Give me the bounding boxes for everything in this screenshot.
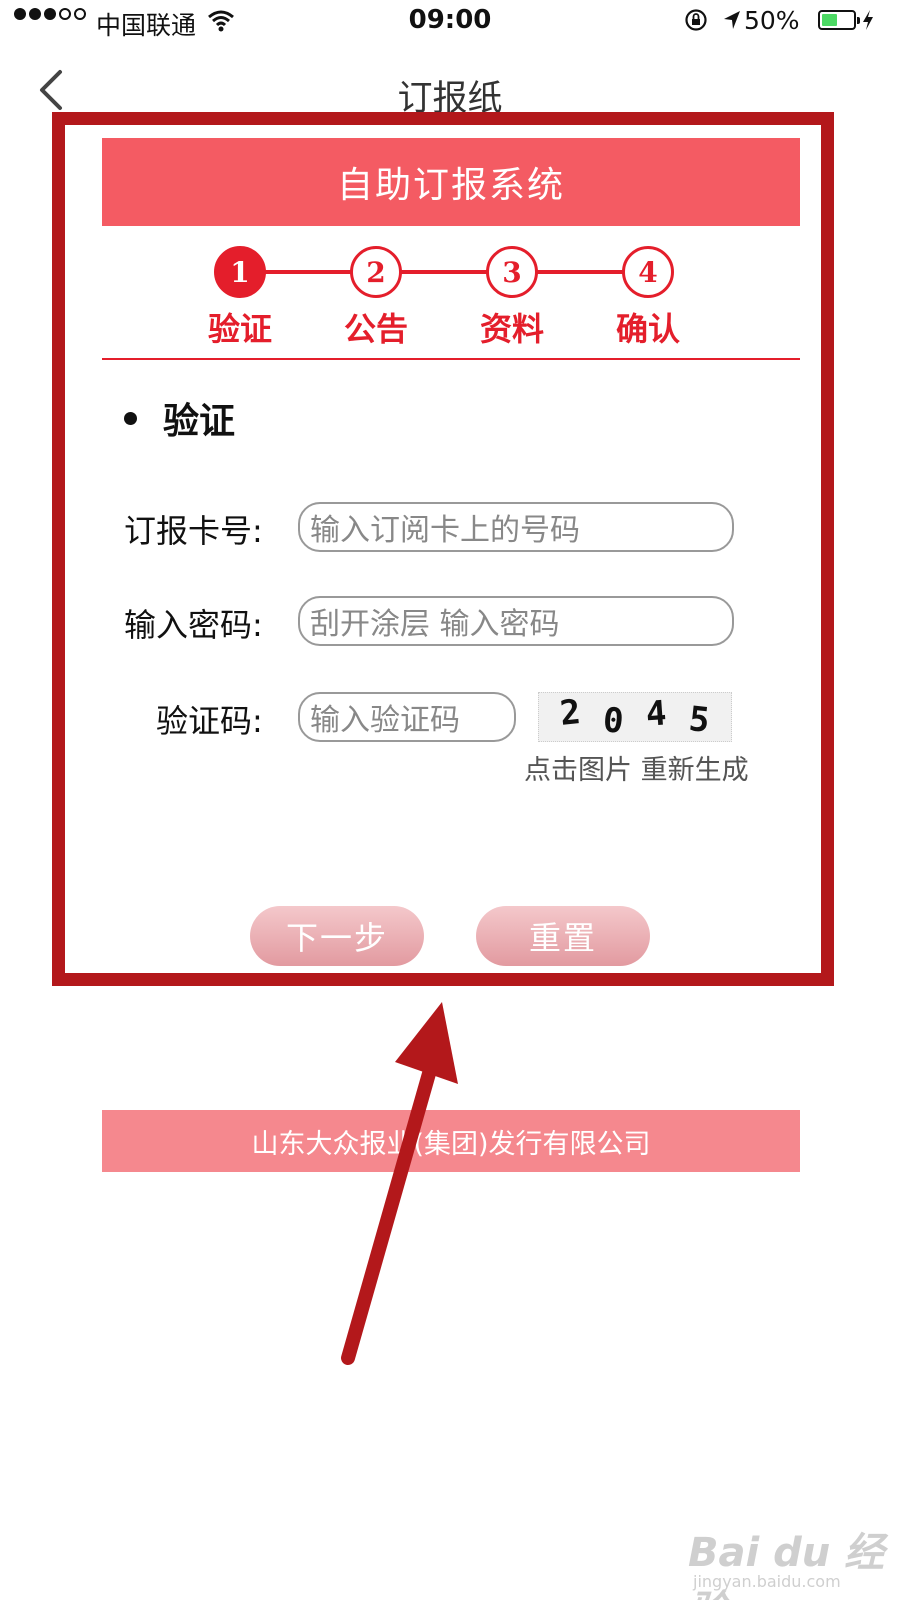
screen: 中国联通 09:00 50% 订报纸 自助订报系统 1 2 3 4 验证 公告 …	[0, 0, 900, 1600]
status-bar: 中国联通 09:00 50%	[0, 0, 900, 44]
charging-bolt-icon	[862, 8, 874, 37]
battery-icon	[818, 10, 860, 30]
footer-company: 山东大众报业(集团)发行有限公司	[102, 1110, 800, 1172]
watermark-url: jingyan.baidu.com	[693, 1572, 841, 1591]
location-arrow-icon	[722, 8, 742, 37]
battery-percent: 50%	[744, 6, 800, 35]
annotation-highlight-box	[52, 112, 834, 986]
rotation-lock-icon	[684, 8, 708, 38]
